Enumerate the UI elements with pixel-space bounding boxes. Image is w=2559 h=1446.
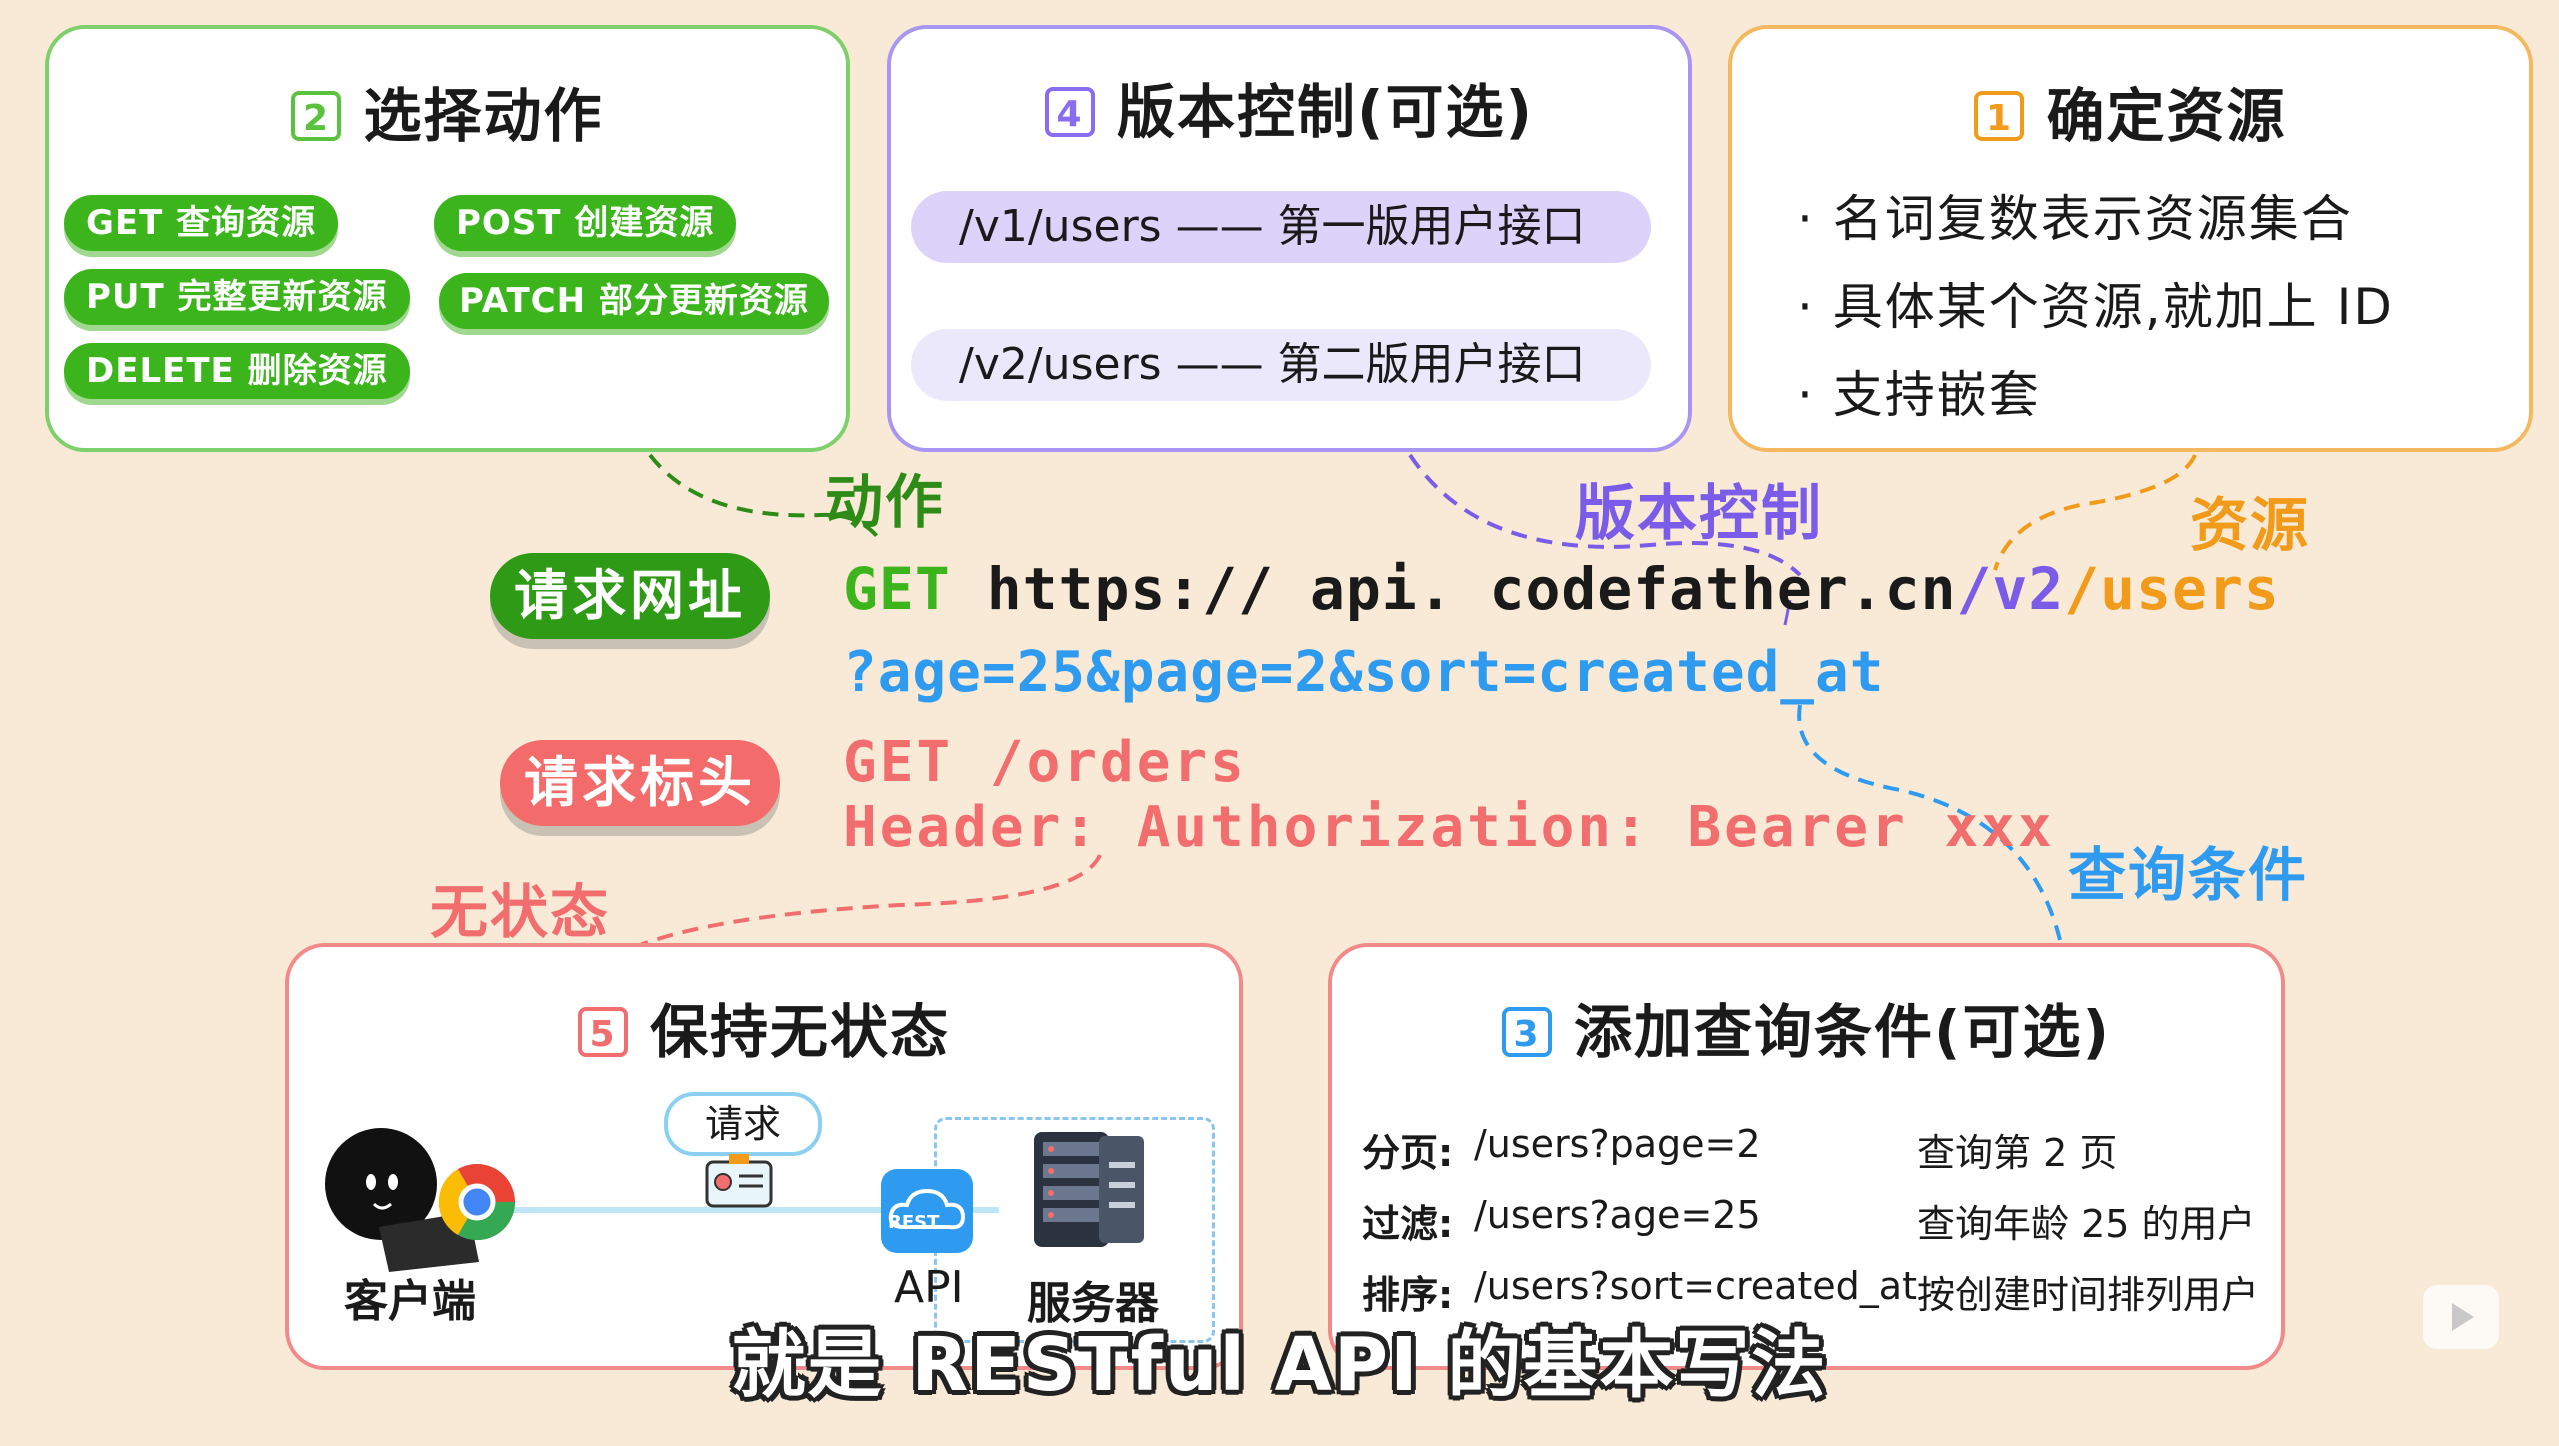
url-line: GET https:// api. codefather.cn/v2/users [843,555,2280,623]
version-v2: /v2/users —— 第二版用户接口 [911,329,1651,401]
step-number: 2 [291,91,342,141]
url-host: https:// api. codefather.cn [986,555,1957,623]
play-icon [2452,1303,2474,1331]
card-actions: 2 选择动作 GET 查询资源 POST 创建资源 PUT 完整更新资源 PATC… [45,25,850,452]
url-path: /users [2064,555,2280,623]
label-action: 动作 [825,468,946,536]
label-version: 版本控制 [1575,479,1823,549]
version-v1: /v1/users —— 第一版用户接口 [911,191,1651,263]
step-number: 3 [1501,1007,1552,1057]
card-version-title: 4 版本控制(可选) [891,65,1688,149]
resource-bullet-2: · 具体某个资源,就加上 ID [1797,278,2394,336]
client-figure-icon [325,1128,516,1272]
card-actions-title: 2 选择动作 [49,69,846,153]
tag-request-url: 请求网址 [490,553,770,639]
connector-stateless [639,854,1102,947]
card-query-title: 3 添加查询条件(可选) [1332,985,2281,1069]
pill-put: PUT 完整更新资源 [64,269,410,325]
resource-bullet-1: · 名词复数表示资源集合 [1797,190,2353,248]
resource-bullet-3: · 支持嵌套 [1797,366,2041,424]
rest-badge: REST [888,1212,940,1233]
url-slash: / [1956,555,1993,623]
url-version: v2 [1992,555,2065,623]
pill-get: GET 查询资源 [64,195,339,251]
card-resource-title: 1 确定资源 [1732,69,2529,153]
pill-patch: PATCH 部分更新资源 [439,273,829,329]
id-card-icon [705,1154,773,1208]
label-stateless: 无状态 [430,878,611,946]
header-line-1: GET /orders [843,730,1247,795]
video-subtitle: 就是 RESTful API 的基本写法 [731,1322,1828,1408]
connector-resource [1993,454,2197,571]
tag-request-header: 请求标头 [500,740,780,826]
url-method: GET [843,555,951,623]
pill-delete: DELETE 删除资源 [64,343,410,399]
pill-post: POST 创建资源 [434,195,737,251]
label-resource: 资源 [2190,491,2311,559]
step-number: 1 [1974,91,2025,141]
label-query: 查询条件 [2068,841,2309,909]
step-number: 4 [1044,87,1095,137]
card-version: 4 版本控制(可选) /v1/users —— 第一版用户接口 /v2/users… [887,25,1692,452]
step-number: 5 [577,1007,628,1057]
card-resource: 1 确定资源 · 名词复数表示资源集合 · 具体某个资源,就加上 ID · 支持嵌… [1728,25,2533,452]
request-bubble: 请求 [664,1092,822,1156]
card-stateless-title: 5 保持无状态 [289,985,1239,1069]
url-query: ?age=25&page=2&sort=created_at [843,640,1885,705]
header-line-2: Header: Authorization: Bearer xxx [843,795,2055,860]
play-button[interactable] [2423,1285,2499,1349]
server-rack-icon [1034,1132,1144,1247]
